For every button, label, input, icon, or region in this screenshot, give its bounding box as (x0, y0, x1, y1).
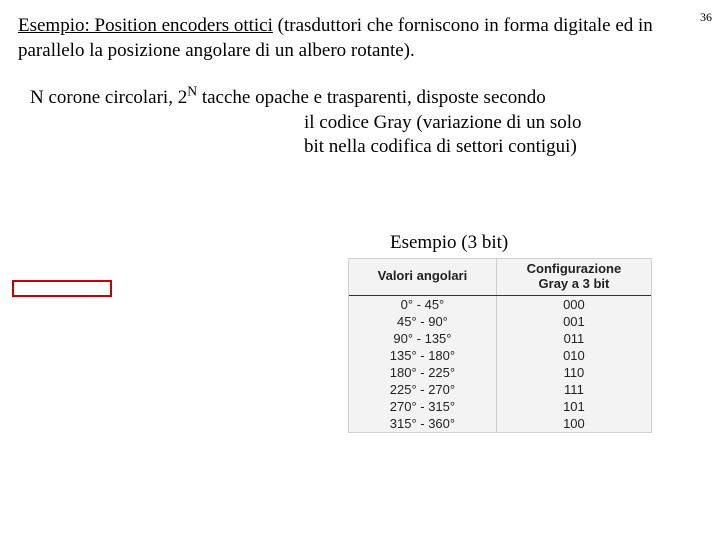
th-gray-line2: Gray a 3 bit (539, 276, 610, 291)
description-line1: N corone circolari, 2N tacche opache e t… (30, 86, 690, 111)
intro-underline: Esempio: Position encoders ottici (18, 15, 273, 36)
table-header-row: Valori angolari Configurazione Gray a 3 … (349, 259, 651, 295)
description-paragraph: N corone circolari, 2N tacche opache e t… (30, 86, 690, 160)
th-gray-line1: Configurazione (527, 261, 622, 276)
table-row: 315° - 360°100 (349, 415, 651, 432)
cell-angle: 270° - 315° (349, 398, 496, 415)
example-label: Esempio (3 bit) (390, 232, 508, 254)
gray-code-table-wrap: Valori angolari Configurazione Gray a 3 … (348, 258, 652, 433)
table-row: 45° - 90°001 (349, 313, 651, 330)
cell-angle: 315° - 360° (349, 415, 496, 432)
description-line2: il codice Gray (variazione di un solo (30, 111, 690, 136)
table-row: 225° - 270°111 (349, 381, 651, 398)
cell-angle: 135° - 180° (349, 347, 496, 364)
cell-code: 010 (496, 347, 651, 364)
table-row: 135° - 180°010 (349, 347, 651, 364)
cell-code: 001 (496, 313, 651, 330)
table-header-gray: Configurazione Gray a 3 bit (496, 259, 651, 295)
desc-sup: N (187, 84, 197, 99)
table-row: 0° - 45°000 (349, 295, 651, 313)
table-row: 270° - 315°101 (349, 398, 651, 415)
intro-paragraph: Esempio: Position encoders ottici (trasd… (18, 14, 708, 63)
table-row: 180° - 225°110 (349, 364, 651, 381)
table-body: 0° - 45°000 45° - 90°001 90° - 135°011 1… (349, 295, 651, 432)
cell-angle: 225° - 270° (349, 381, 496, 398)
cell-code: 101 (496, 398, 651, 415)
red-rectangle-marker (12, 280, 112, 297)
cell-angle: 45° - 90° (349, 313, 496, 330)
cell-angle: 90° - 135° (349, 330, 496, 347)
cell-angle: 180° - 225° (349, 364, 496, 381)
cell-code: 100 (496, 415, 651, 432)
gray-code-table: Valori angolari Configurazione Gray a 3 … (349, 259, 651, 432)
table-row: 90° - 135°011 (349, 330, 651, 347)
desc-post: tacche opache e trasparenti, disposte se… (197, 87, 546, 108)
cell-code: 000 (496, 295, 651, 313)
th-angles-text: Valori angolari (378, 268, 468, 283)
description-line3: bit nella codifica di settori contigui) (30, 135, 690, 160)
cell-angle: 0° - 45° (349, 295, 496, 313)
cell-code: 011 (496, 330, 651, 347)
desc-pre: N corone circolari, 2 (30, 87, 187, 108)
cell-code: 111 (496, 381, 651, 398)
slide-page: 36 Esempio: Position encoders ottici (tr… (0, 0, 720, 540)
table-header-angles: Valori angolari (349, 259, 496, 295)
cell-code: 110 (496, 364, 651, 381)
